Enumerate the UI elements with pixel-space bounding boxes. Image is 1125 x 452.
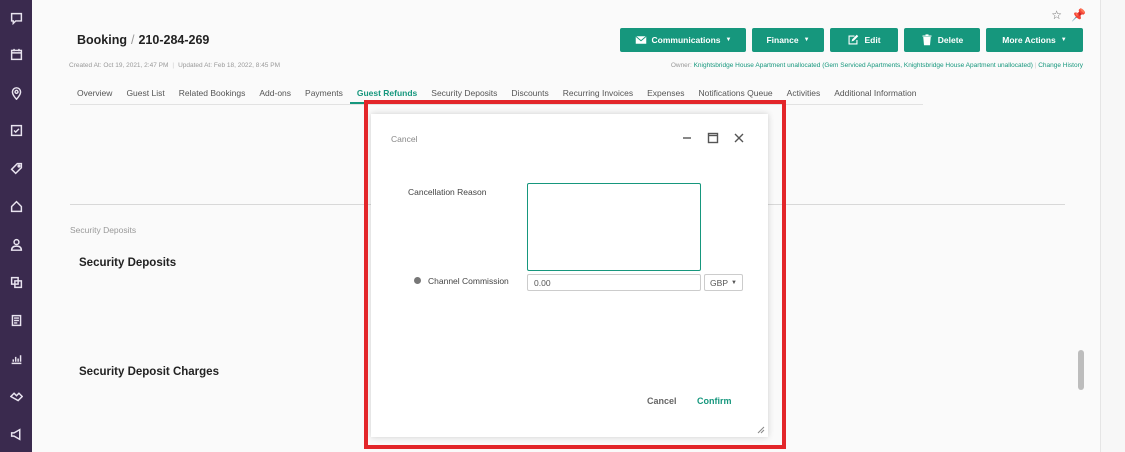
user-icon[interactable] (8, 236, 24, 252)
owner-info: Owner: Knightsbridge House Apartment una… (670, 62, 1083, 69)
copy-icon[interactable] (8, 274, 24, 290)
breadcrumb-section[interactable]: Booking (77, 33, 127, 47)
finance-button[interactable]: Finance ▼ (752, 28, 824, 52)
right-panel-strip (1100, 0, 1125, 452)
caret-down-icon: ▼ (803, 37, 810, 43)
tab-activities[interactable]: Activities (780, 86, 828, 104)
scrollbar-thumb[interactable] (1078, 350, 1084, 390)
trash-icon (922, 34, 932, 46)
owner-prefix: Owner: (670, 62, 692, 69)
updated-at: Updated At: Feb 18, 2022, 8:45 PM (178, 62, 280, 69)
action-toolbar: Communications ▼ Finance ▼ Edit Delete Mor… (620, 28, 1083, 52)
tab-payments[interactable]: Payments (298, 86, 350, 104)
breadcrumb: Booking /210-284-269 (77, 33, 209, 47)
more-actions-label: More Actions (1002, 35, 1056, 45)
security-deposits-heading: Security Deposits (79, 257, 177, 269)
more-actions-button[interactable]: More Actions ▼ (986, 28, 1083, 52)
handshake-icon[interactable] (8, 388, 24, 404)
home-icon[interactable] (8, 198, 24, 214)
tab-add-ons[interactable]: Add-ons (252, 86, 298, 104)
caret-down-icon: ▼ (725, 37, 732, 43)
page-top-icons: ☆ 📌 (1051, 8, 1086, 22)
tab-additional-information[interactable]: Additional Information (827, 86, 923, 104)
caret-down-icon: ▼ (1060, 37, 1067, 43)
tag-icon[interactable] (8, 160, 24, 176)
created-at: Created At: Oct 19, 2021, 2:47 PM (69, 62, 169, 69)
envelope-icon (635, 35, 647, 44)
delete-button[interactable]: Delete (904, 28, 980, 52)
breadcrumb-separator: / (131, 33, 135, 47)
communications-button[interactable]: Communications ▼ (620, 28, 746, 52)
finance-label: Finance (766, 35, 799, 45)
star-icon[interactable]: ☆ (1051, 8, 1062, 22)
edit-label: Edit (864, 35, 881, 45)
timestamps: Created At: Oct 19, 2021, 2:47 PM | Update… (69, 62, 280, 69)
tab-overview[interactable]: Overview (70, 86, 119, 104)
pin-icon[interactable]: 📌 (1071, 8, 1086, 22)
edit-icon (848, 34, 859, 45)
chart-icon[interactable] (8, 350, 24, 366)
checklist-icon[interactable] (8, 122, 24, 138)
document-icon[interactable] (8, 312, 24, 328)
delete-label: Delete (937, 35, 964, 45)
chat-icon[interactable] (8, 10, 24, 26)
change-history-link[interactable]: Change History (1038, 62, 1083, 69)
tab-guest-list[interactable]: Guest List (119, 86, 171, 104)
edit-button[interactable]: Edit (830, 28, 898, 52)
communications-label: Communications (651, 35, 721, 45)
megaphone-icon[interactable] (8, 426, 24, 442)
calendar-icon[interactable] (8, 46, 24, 62)
sidebar (0, 0, 32, 452)
location-pin-icon[interactable] (8, 85, 24, 101)
owner-link[interactable]: Knightsbridge House Apartment unallocate… (694, 62, 1033, 69)
highlight-frame (364, 100, 786, 449)
security-deposit-charges-heading: Security Deposit Charges (79, 366, 219, 378)
booking-number: 210-284-269 (138, 33, 210, 47)
tab-related-bookings[interactable]: Related Bookings (172, 86, 253, 104)
security-deposits-caption: Security Deposits (70, 225, 137, 235)
